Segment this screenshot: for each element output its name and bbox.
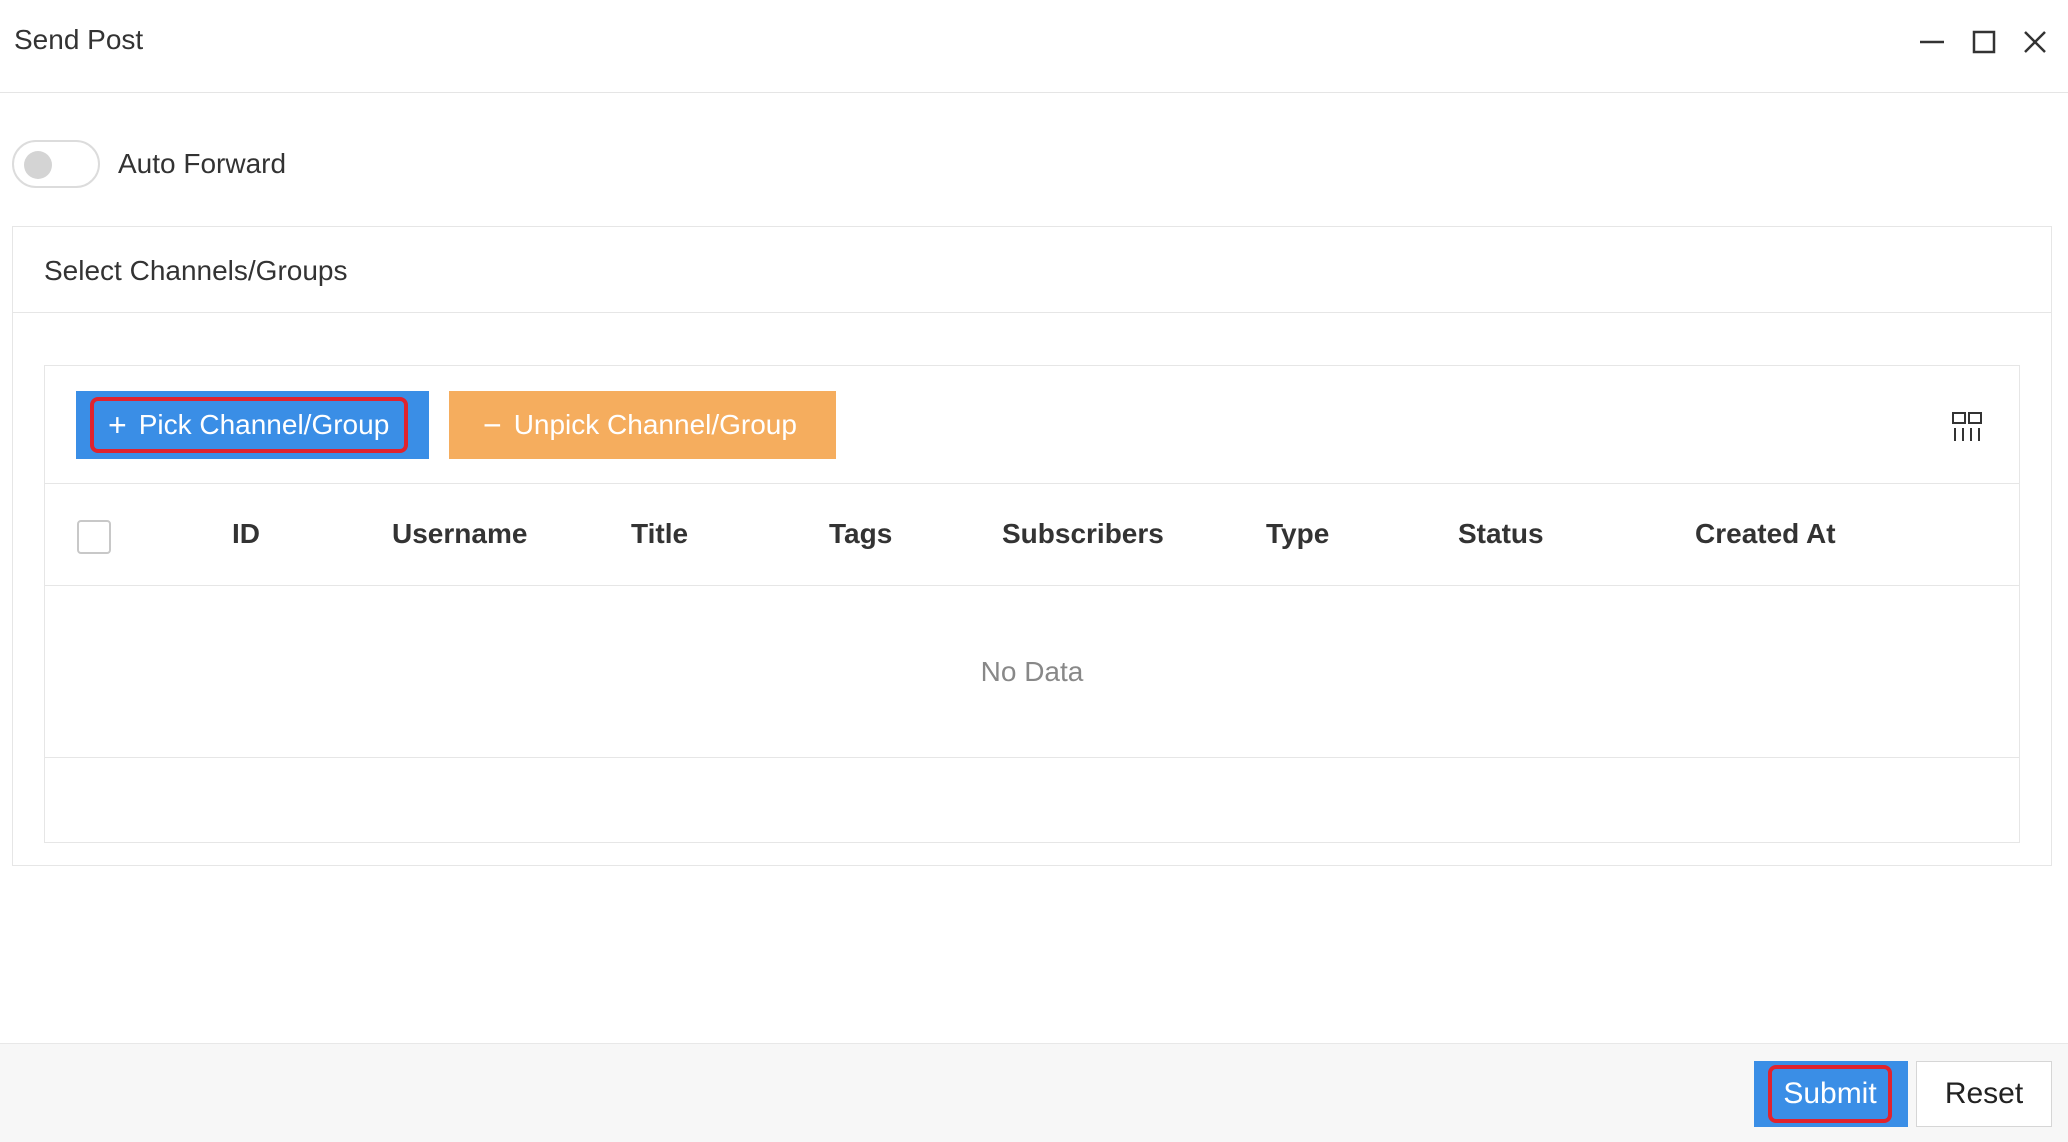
column-header-tags[interactable]: Tags bbox=[829, 518, 892, 550]
pick-channel-group-button[interactable]: + Pick Channel/Group bbox=[76, 391, 429, 459]
auto-forward-label: Auto Forward bbox=[118, 148, 287, 179]
table-empty-state: No Data bbox=[45, 586, 2019, 758]
column-header-title[interactable]: Title bbox=[631, 518, 688, 550]
close-icon[interactable] bbox=[2015, 22, 2055, 62]
reset-button[interactable]: Reset bbox=[1916, 1061, 2052, 1127]
pick-button-highlight: + Pick Channel/Group bbox=[90, 397, 408, 453]
select-all-checkbox[interactable] bbox=[77, 520, 111, 554]
columns-grid-icon[interactable] bbox=[1950, 410, 1984, 444]
card-title: Select Channels/Groups bbox=[44, 255, 348, 286]
column-header-created-at[interactable]: Created At bbox=[1695, 518, 1836, 550]
maximize-icon[interactable] bbox=[1964, 22, 2004, 62]
toggle-knob bbox=[24, 151, 52, 179]
auto-forward-toggle[interactable] bbox=[12, 140, 100, 188]
select-channels-card: Select Channels/Groups + Pick Channel/Gr… bbox=[12, 226, 2052, 866]
dialog-footer: Submit Reset bbox=[0, 1043, 2068, 1142]
unpick-button-label: Unpick Channel/Group bbox=[513, 409, 797, 440]
column-header-id[interactable]: ID bbox=[232, 518, 260, 550]
minimize-icon[interactable] bbox=[1912, 22, 1952, 62]
column-header-type[interactable]: Type bbox=[1266, 518, 1329, 550]
table-toolbar: + Pick Channel/Group − Unpick Channel/Gr… bbox=[45, 366, 2019, 484]
column-header-status[interactable]: Status bbox=[1458, 518, 1544, 550]
minus-icon: − bbox=[483, 407, 502, 443]
send-post-window: Send Post Auto Forward Select Channels/G… bbox=[0, 0, 2068, 1142]
unpick-button-content: − Unpick Channel/Group bbox=[449, 409, 797, 441]
submit-button-label: Submit bbox=[1768, 1065, 1892, 1123]
no-data-text: No Data bbox=[980, 656, 1084, 687]
column-header-subscribers[interactable]: Subscribers bbox=[1002, 518, 1164, 550]
table-header: ID Username Title Tags Subscribers Type … bbox=[45, 484, 2019, 586]
card-header: Select Channels/Groups bbox=[13, 227, 2051, 313]
channels-table: + Pick Channel/Group − Unpick Channel/Gr… bbox=[44, 365, 2020, 843]
column-header-username[interactable]: Username bbox=[392, 518, 527, 550]
submit-button[interactable]: Submit bbox=[1754, 1061, 1908, 1127]
unpick-channel-group-button[interactable]: − Unpick Channel/Group bbox=[449, 391, 836, 459]
window-title: Send Post bbox=[14, 24, 144, 55]
pick-button-label: Pick Channel/Group bbox=[138, 409, 390, 440]
title-bar: Send Post bbox=[0, 0, 2068, 93]
plus-icon: + bbox=[108, 407, 127, 443]
